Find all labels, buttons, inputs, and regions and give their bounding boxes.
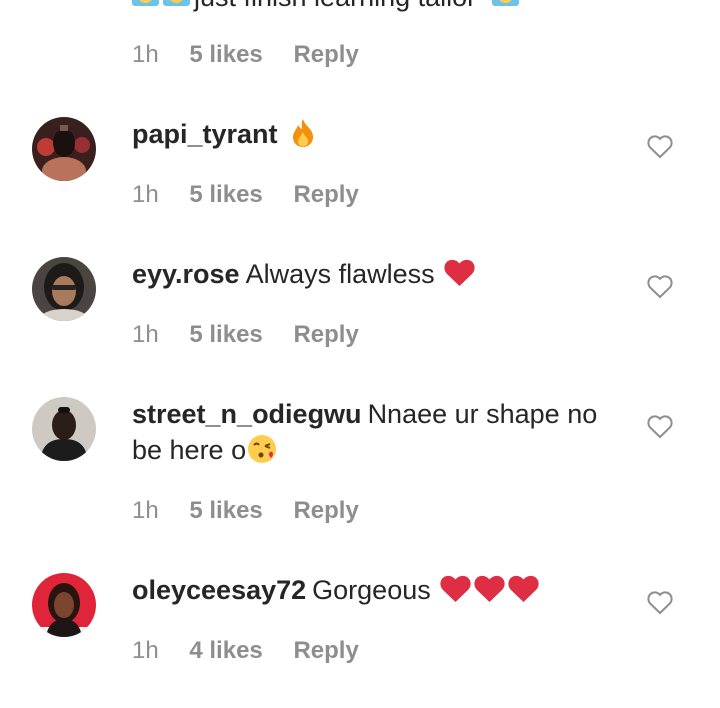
heart-outline-icon [647, 275, 673, 299]
comment-body: Always flawless [245, 259, 435, 289]
comment-likes[interactable]: 5 likes [189, 496, 262, 526]
avatar[interactable] [32, 573, 96, 637]
comment-time: 1h [132, 637, 159, 664]
reply-button[interactable]: Reply [293, 40, 358, 70]
partial-comment-body: just finish learning tailor [194, 0, 476, 12]
comment-likes[interactable]: 5 likes [189, 320, 262, 350]
reply-button[interactable]: Reply [293, 180, 358, 210]
comment-meta: 1h 5 likes Reply [132, 40, 383, 70]
screaming-face-icon [132, 0, 159, 6]
like-heart-button[interactable] [646, 133, 674, 161]
comment-username[interactable]: papi_tyrant [132, 119, 278, 149]
comment-meta: 1h 5 likes Reply [132, 320, 383, 350]
like-heart-button[interactable] [646, 589, 674, 617]
comment-text: eyy.rose Always flawless [132, 256, 622, 292]
heart-outline-icon [647, 415, 673, 439]
comment-likes[interactable]: 5 likes [189, 180, 262, 210]
comment-username[interactable]: eyy.rose [132, 259, 240, 289]
red-heart-icon [439, 574, 472, 604]
reply-button[interactable]: Reply [293, 636, 358, 666]
like-heart-button[interactable] [646, 413, 674, 441]
comment-body: Gorgeous [312, 575, 431, 605]
heart-outline-icon [647, 135, 673, 159]
fire-icon [290, 118, 316, 148]
like-heart-button[interactable] [646, 273, 674, 301]
comment-text: street_n_odiegwu Nnaee ur shape no be her… [132, 396, 622, 468]
comment-username[interactable]: street_n_odiegwu [132, 399, 362, 429]
comment-text: papi_tyrant [132, 116, 622, 152]
reply-button[interactable]: Reply [293, 496, 358, 526]
comment-username[interactable]: oleyceesay72 [132, 575, 306, 605]
screaming-face-icon [491, 0, 519, 6]
comment-likes[interactable]: 5 likes [189, 40, 262, 70]
reply-button[interactable]: Reply [293, 320, 358, 350]
comment-time: 1h [132, 181, 159, 208]
partial-comment-text: just finish learning tailor [132, 0, 652, 12]
comment-meta: 1h 4 likes Reply [132, 636, 383, 666]
avatar[interactable] [32, 257, 96, 321]
red-heart-icon [473, 574, 506, 604]
comment-text: oleyceesay72 Gorgeous [132, 572, 622, 608]
face-blowing-kiss-icon [246, 433, 278, 465]
comment-meta: 1h 5 likes Reply [132, 180, 383, 210]
avatar[interactable] [32, 397, 96, 461]
heart-outline-icon [647, 591, 673, 615]
avatar[interactable] [32, 117, 96, 181]
screaming-face-icon [163, 0, 190, 6]
red-heart-icon [443, 258, 476, 288]
comment-meta: 1h 5 likes Reply [132, 496, 383, 526]
comment-likes[interactable]: 4 likes [189, 636, 262, 666]
red-heart-icon [507, 574, 540, 604]
comment-time: 1h [132, 321, 159, 348]
comment-time: 1h [132, 497, 159, 524]
comment-time: 1h [132, 41, 159, 68]
